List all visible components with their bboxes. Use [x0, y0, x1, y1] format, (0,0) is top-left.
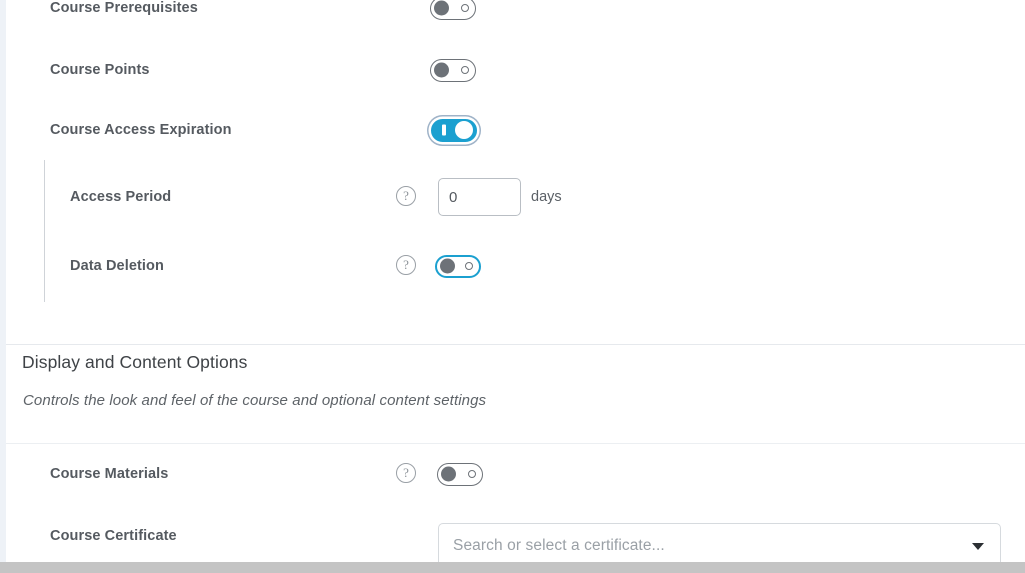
- toggle-knob: [441, 466, 456, 482]
- horizontal-scrollbar-thumb[interactable]: [0, 562, 1025, 573]
- toggle-track-dot: [465, 262, 473, 270]
- toggle-course-access-expiration[interactable]: [431, 118, 477, 142]
- setting-row-course-points: Course Points: [6, 50, 1025, 90]
- course-certificate-placeholder: Search or select a certificate...: [453, 537, 665, 554]
- access-period-control: days: [438, 178, 562, 216]
- setting-row-course-prerequisites: Course Prerequisites: [6, 0, 1025, 28]
- toggle-track-dot: [461, 4, 469, 12]
- setting-row-access-period: Access Period ? days: [6, 177, 1025, 217]
- section-title-display-and-content-options: Display and Content Options: [22, 352, 248, 372]
- setting-label-access-period: Access Period: [70, 189, 172, 205]
- settings-page: Course Prerequisites Course Points Cours…: [0, 0, 1025, 573]
- setting-label-data-deletion: Data Deletion: [70, 258, 164, 274]
- setting-label-course-certificate: Course Certificate: [50, 528, 177, 544]
- toggle-course-materials[interactable]: [437, 462, 483, 486]
- toggle-knob: [434, 0, 449, 16]
- setting-row-course-access-expiration: Course Access Expiration: [6, 110, 1025, 150]
- help-icon[interactable]: ?: [396, 463, 416, 483]
- help-icon[interactable]: ?: [396, 255, 416, 275]
- help-icon[interactable]: ?: [396, 186, 416, 206]
- toggle-data-deletion[interactable]: [435, 254, 481, 278]
- toggle-knob: [455, 121, 473, 139]
- access-period-unit-label: days: [531, 189, 562, 205]
- toggle-track-dot: [468, 470, 476, 478]
- settings-panel: Course Prerequisites Course Points Cours…: [6, 0, 1025, 565]
- chevron-down-icon[interactable]: [972, 542, 984, 550]
- toggle-course-prerequisites[interactable]: [430, 0, 476, 20]
- toggle-knob: [440, 258, 455, 274]
- toggle-track-dot: [461, 66, 469, 74]
- toggle-on-bar: [442, 124, 446, 136]
- setting-label-course-points: Course Points: [50, 62, 150, 78]
- toggle-knob: [434, 62, 449, 78]
- setting-label-course-materials: Course Materials: [50, 466, 169, 482]
- setting-row-course-materials: Course Materials ?: [6, 454, 1025, 494]
- access-period-input[interactable]: [438, 178, 521, 216]
- course-certificate-combobox[interactable]: Search or select a certificate...: [438, 523, 1001, 565]
- setting-label-course-prerequisites: Course Prerequisites: [50, 0, 198, 16]
- section-bottom-divider: [6, 443, 1025, 444]
- section-description: Controls the look and feel of the course…: [23, 392, 487, 409]
- setting-row-data-deletion: Data Deletion ?: [6, 246, 1025, 286]
- setting-label-course-access-expiration: Course Access Expiration: [50, 122, 232, 138]
- toggle-course-points[interactable]: [430, 58, 476, 82]
- horizontal-scrollbar[interactable]: [0, 562, 1025, 573]
- section-top-divider: [6, 344, 1025, 345]
